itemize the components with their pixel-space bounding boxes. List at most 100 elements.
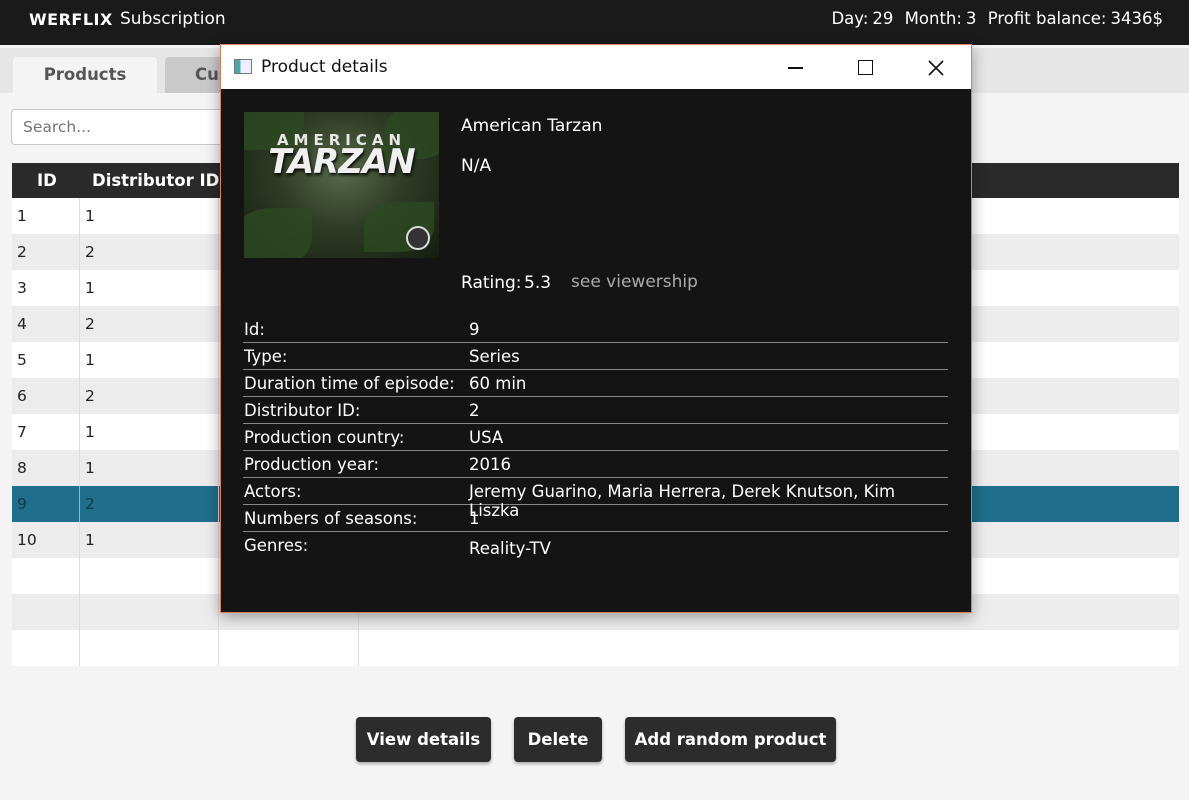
property-row: Production year: 2016 (243, 451, 948, 478)
cell-distributor-id: 1 (85, 279, 95, 297)
app-header: WERFLIX Subscription Day: 29 Month: 3 Prof… (0, 0, 1189, 45)
property-label: Distributor ID: (244, 401, 361, 420)
cell-id: 2 (17, 243, 27, 261)
property-label: Id: (244, 320, 265, 339)
column-divider (79, 594, 80, 630)
table-row[interactable] (12, 630, 1179, 666)
cell-id: 7 (17, 423, 27, 441)
day-value: 29 (872, 9, 894, 28)
column-divider (79, 342, 80, 378)
column-divider (218, 270, 219, 306)
property-row: Id: 9 (243, 316, 948, 343)
cell-id: 4 (17, 315, 27, 333)
cell-distributor-id: 2 (85, 387, 95, 405)
column-divider (218, 198, 219, 234)
column-divider (79, 198, 80, 234)
column-header-id[interactable]: ID (37, 171, 57, 190)
cell-id: 8 (17, 459, 27, 477)
property-row: Numbers of seasons: 1 (243, 505, 948, 532)
cell-id: 1 (17, 207, 27, 225)
column-divider (79, 558, 80, 594)
status-stats: Day: 29 Month: 3 Profit balance: 3436$ (825, 9, 1163, 28)
profit-label: Profit balance: (987, 9, 1107, 28)
menu-subscription[interactable]: Subscription (120, 9, 226, 29)
dialog-titlebar[interactable]: Product details (221, 45, 971, 89)
minimize-icon[interactable] (772, 53, 818, 83)
cell-distributor-id: 2 (85, 315, 95, 333)
property-value: 1 (469, 509, 480, 528)
column-divider (218, 414, 219, 450)
property-label: Duration time of episode: (244, 374, 455, 393)
product-poster: AMERICAN TARZAN (244, 112, 439, 258)
property-label: Type: (244, 347, 288, 366)
day-label: Day: (831, 9, 869, 28)
column-divider (218, 630, 219, 666)
property-value: USA (469, 428, 504, 447)
property-label: Genres: (244, 536, 309, 555)
poster-title-line2: TARZAN (268, 142, 415, 182)
product-subtitle: N/A (461, 156, 492, 176)
network-logo-icon (406, 226, 430, 250)
column-divider (79, 522, 80, 558)
profit-value: 3436$ (1110, 9, 1164, 28)
window-app-icon (234, 59, 252, 74)
property-row: Type: Series (243, 343, 948, 370)
see-viewership-link[interactable]: see viewership (571, 272, 698, 292)
view-details-button[interactable]: View details (356, 717, 491, 762)
product-details-dialog: Product details AMERICAN TARZAN American… (220, 44, 972, 613)
cell-distributor-id: 1 (85, 459, 95, 477)
property-row: Duration time of episode: 60 min (243, 370, 948, 397)
add-random-product-button[interactable]: Add random product (625, 717, 836, 762)
column-divider (218, 342, 219, 378)
column-divider (79, 486, 80, 522)
property-value: 2 (469, 401, 480, 420)
cell-distributor-id: 1 (85, 207, 95, 225)
dialog-title: Product details (261, 57, 388, 77)
column-divider (218, 522, 219, 558)
delete-button[interactable]: Delete (514, 717, 602, 762)
column-divider (79, 234, 80, 270)
column-divider (218, 594, 219, 630)
property-row: Actors: Jeremy Guarino, Maria Herrera, De… (243, 478, 948, 520)
column-divider (218, 486, 219, 522)
maximize-icon[interactable] (842, 53, 888, 83)
rating-value: 5.3 (524, 273, 552, 293)
column-divider (218, 306, 219, 342)
column-header-distributor[interactable]: Distributor ID (92, 171, 219, 190)
column-divider (79, 630, 80, 666)
column-divider (218, 450, 219, 486)
column-divider (218, 378, 219, 414)
app-brand: WERFLIX (29, 10, 113, 29)
column-divider (79, 450, 80, 486)
product-properties: Id: 9 Type: Series Duration time of episode:… (243, 316, 948, 564)
property-value: 9 (469, 320, 480, 339)
property-label: Numbers of seasons: (244, 509, 418, 528)
cell-id: 10 (17, 531, 37, 549)
property-label: Production country: (244, 428, 405, 447)
cell-distributor-id: 1 (85, 351, 95, 369)
column-divider (218, 234, 219, 270)
property-row: Distributor ID: 2 (243, 397, 948, 424)
property-value: 60 min (469, 374, 527, 393)
cell-id: 3 (17, 279, 27, 297)
column-divider (79, 270, 80, 306)
cell-id: 9 (17, 495, 27, 513)
column-divider (79, 306, 80, 342)
column-divider (79, 378, 80, 414)
property-value: 2016 (469, 455, 511, 474)
cell-distributor-id: 2 (85, 495, 95, 513)
property-value: Series (469, 347, 520, 366)
property-row: Genres: Reality-TV (243, 532, 948, 564)
cell-distributor-id: 2 (85, 243, 95, 261)
property-label: Production year: (244, 455, 380, 474)
month-label: Month: (904, 9, 962, 28)
month-value: 3 (965, 9, 977, 28)
cell-id: 5 (17, 351, 27, 369)
product-name: American Tarzan (461, 116, 603, 136)
property-label: Actors: (244, 482, 302, 501)
property-value: Reality-TV (469, 539, 551, 558)
column-divider (218, 558, 219, 594)
tab-products[interactable]: Products (13, 57, 157, 93)
close-icon[interactable] (913, 53, 959, 83)
column-divider (79, 414, 80, 450)
